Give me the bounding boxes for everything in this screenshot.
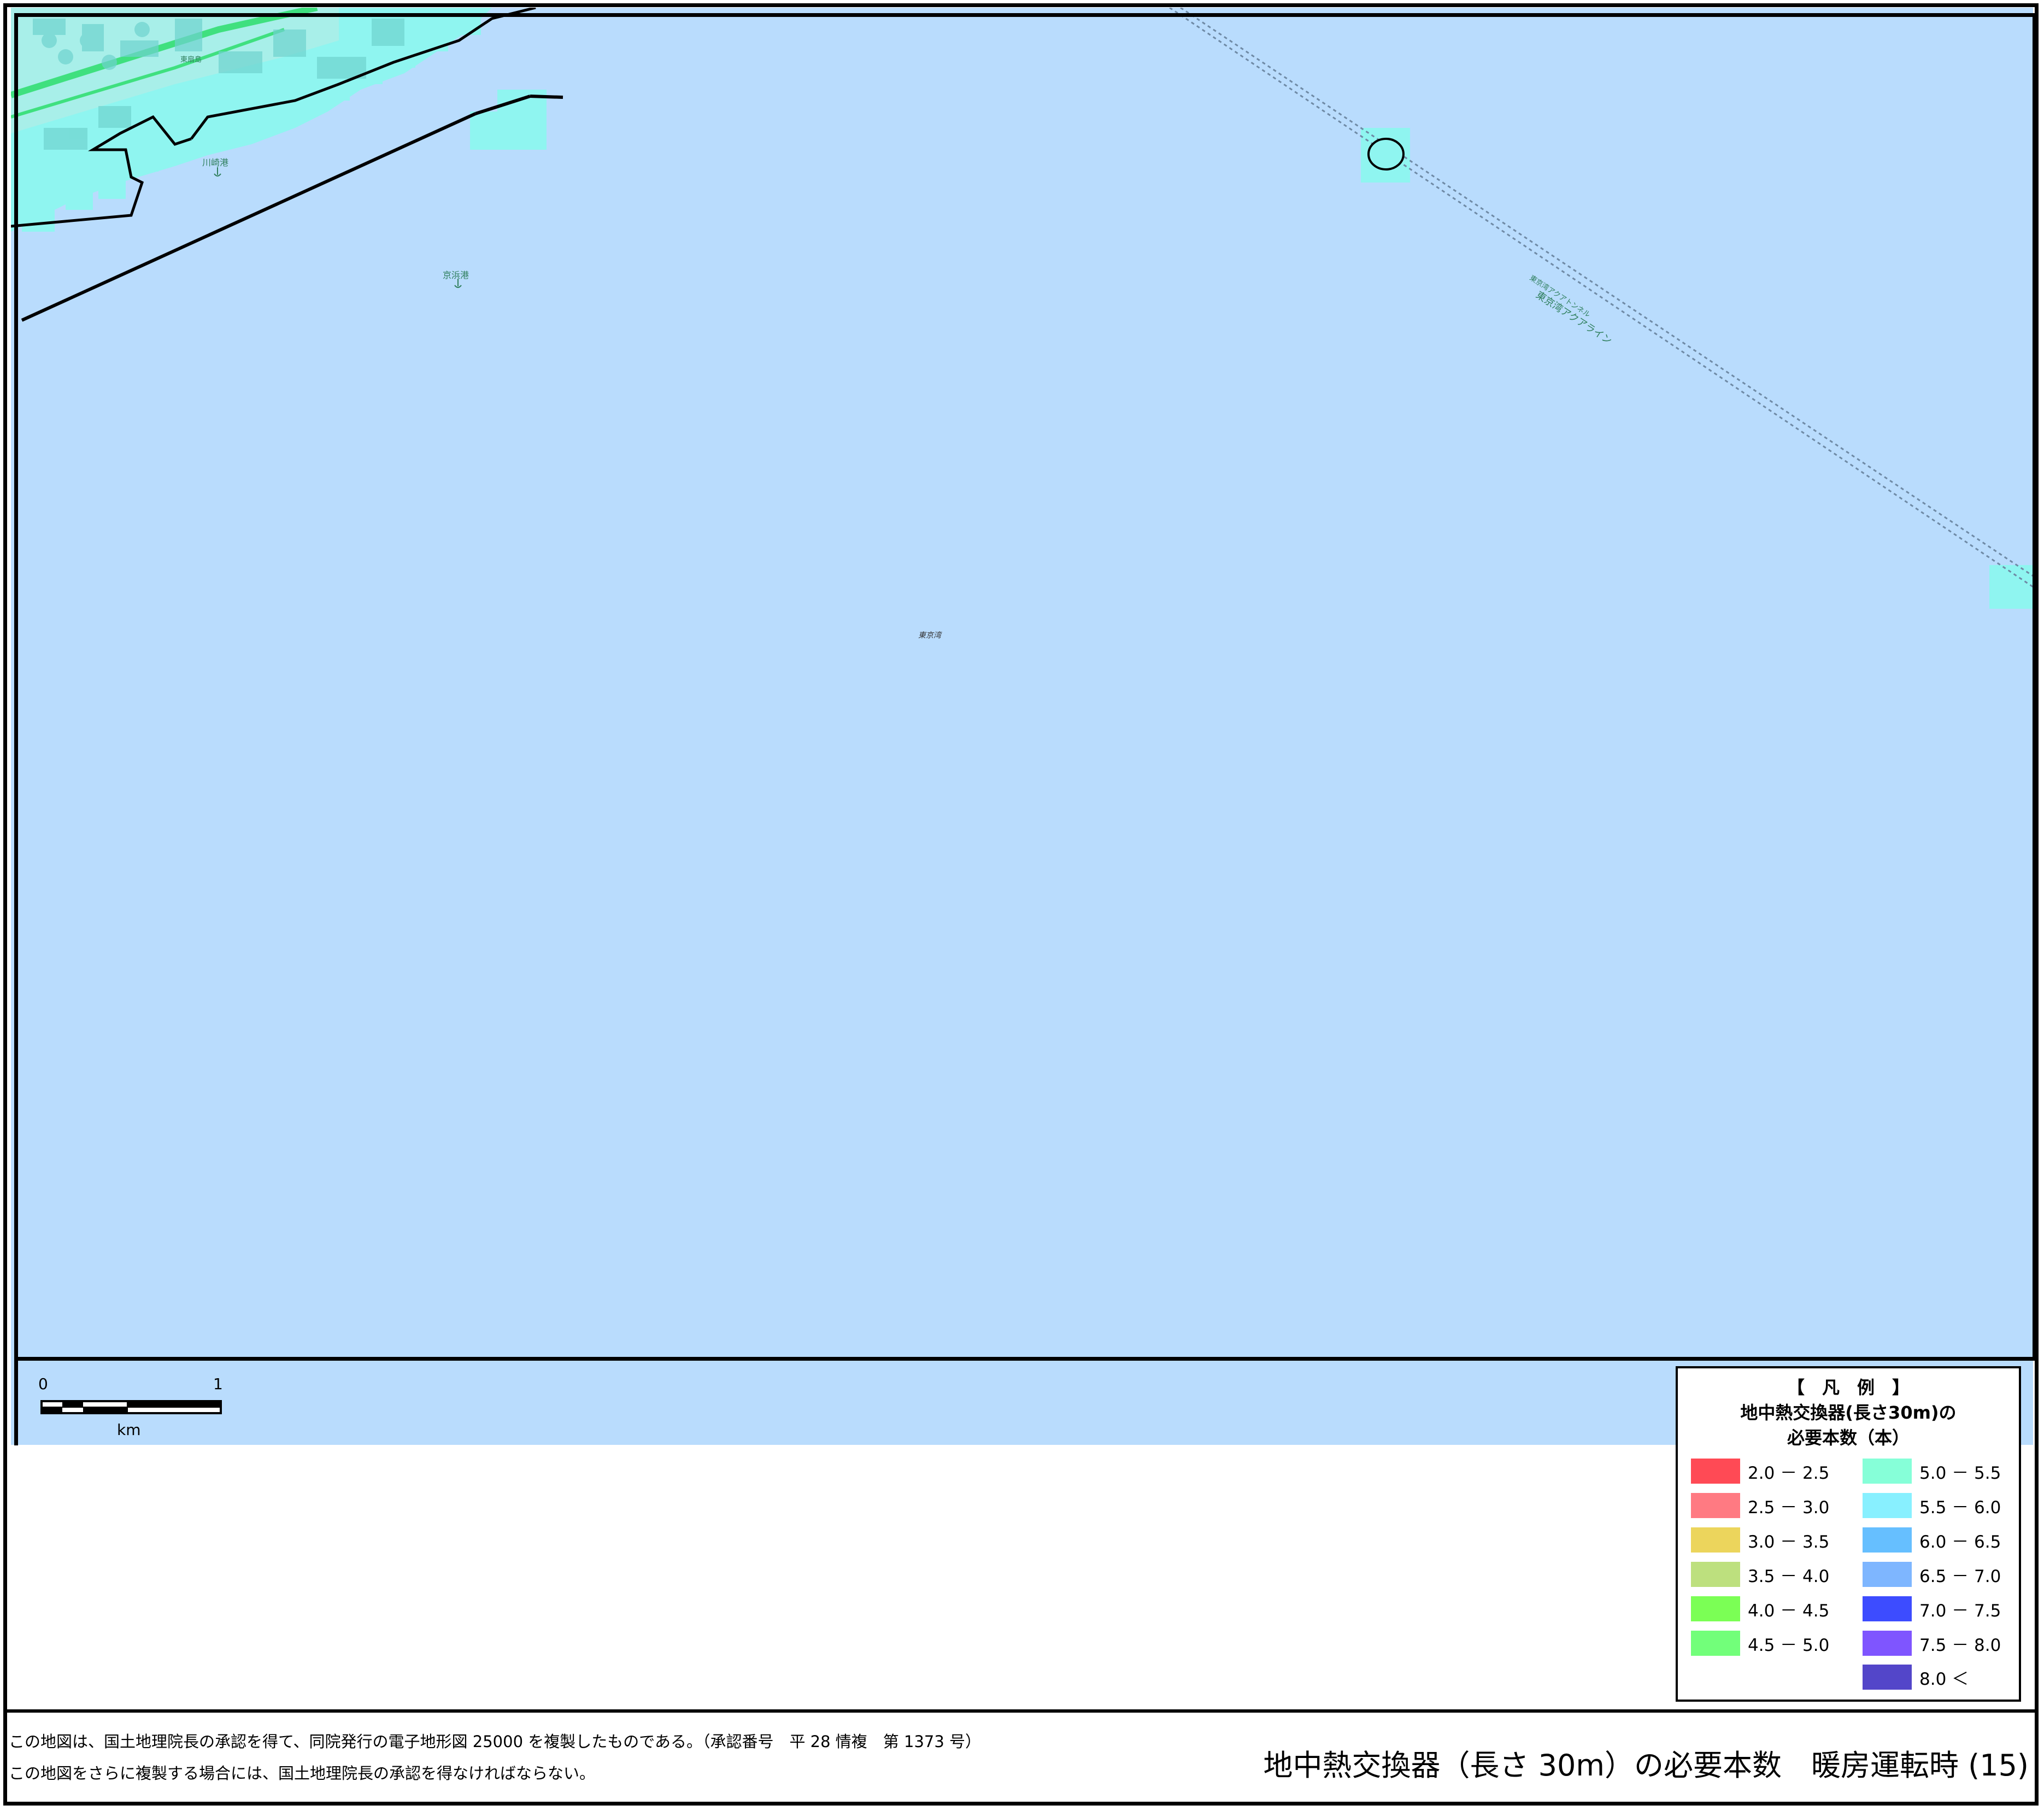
legend-range-label: 7.5 － 8.0 — [1919, 1635, 2001, 1655]
legend-item: 2.5 － 3.0 — [1691, 1492, 1829, 1519]
legend-swatch — [1691, 1527, 1740, 1553]
legend-item: 3.0 － 3.5 — [1691, 1527, 1829, 1553]
legend-item: 5.5 － 6.0 — [1863, 1492, 2001, 1519]
legend: 【 凡 例 】 地中熱交換器(長さ30m)の 必要本数（本） 2.0 － 2.5… — [1676, 1366, 2021, 1702]
legend-range-label: 4.0 － 4.5 — [1748, 1601, 1830, 1621]
anchor-icon — [214, 167, 462, 288]
legend-range-label: 2.5 － 3.0 — [1748, 1497, 1830, 1518]
legend-range-label: 5.0 － 5.5 — [1919, 1463, 2001, 1483]
legend-range-label: 8.0 ＜ — [1919, 1669, 1969, 1689]
aqualine-route — [1169, 8, 2033, 588]
map-frame-left-extension — [14, 1355, 18, 1445]
legend-item: 7.5 － 8.0 — [1863, 1630, 2001, 1656]
higashi-ogishima-label: 東扇島 — [180, 56, 202, 64]
legend-swatch — [1691, 1631, 1740, 1656]
umihotaru-circle — [1367, 138, 1405, 170]
tokyo-bay-label: 東京湾 — [918, 631, 941, 640]
scale-bar-graphic — [40, 1400, 222, 1414]
legend-swatch — [1863, 1665, 1912, 1690]
scale-unit-label: km — [117, 1421, 141, 1439]
legend-title-line2: 必要本数（本） — [1787, 1427, 1910, 1448]
coastal-land — [11, 8, 2033, 609]
legend-range-label: 4.5 － 5.0 — [1748, 1635, 1830, 1655]
scale-bar: 0 1 km — [38, 1375, 224, 1439]
legend-range-label: 3.5 － 4.0 — [1748, 1566, 1830, 1586]
legend-swatch — [1691, 1562, 1740, 1587]
legend-item: 8.0 ＜ — [1863, 1664, 1969, 1690]
legend-range-label: 5.5 － 6.0 — [1919, 1497, 2001, 1518]
legend-range-label: 2.0 － 2.5 — [1748, 1463, 1830, 1483]
map-area[interactable]: 川崎港 東扇島 京浜港 東京湾 東京湾アクアライン 東京湾アクアトンネル — [11, 8, 2033, 1445]
legend-range-label: 6.5 － 7.0 — [1919, 1566, 2001, 1586]
legend-swatch — [1863, 1562, 1912, 1587]
legend-range-label: 7.0 － 7.5 — [1919, 1601, 2001, 1621]
keihin-port-label: 京浜港 — [443, 270, 469, 280]
legend-item: 6.0 － 6.5 — [1863, 1527, 2001, 1553]
legend-item: 2.0 － 2.5 — [1691, 1458, 1829, 1484]
legend-bracket-title: 【 凡 例 】 — [1787, 1377, 1910, 1398]
legend-range-label: 3.0 － 3.5 — [1748, 1532, 1830, 1552]
legend-item: 4.0 － 4.5 — [1691, 1596, 1829, 1622]
map-canvas — [11, 8, 2033, 609]
legend-swatch — [1863, 1596, 1912, 1621]
scale-start-label: 0 — [38, 1375, 48, 1393]
legend-swatch — [1863, 1631, 1912, 1656]
legend-swatch — [1863, 1459, 1912, 1484]
copyright-note-line1: この地図は、国土地理院長の承認を得て、同院発行の電子地形図 25000 を複製し… — [9, 1732, 982, 1751]
legend-swatch — [1863, 1493, 1912, 1518]
map-title: 地中熱交換器（長さ 30m）の必要本数 暖房運転時 (15) — [1263, 1748, 2029, 1783]
legend-swatch — [1691, 1493, 1740, 1518]
legend-title-line1: 地中熱交換器(長さ30m)の — [1740, 1402, 1957, 1423]
legend-item: 7.0 － 7.5 — [1863, 1596, 2001, 1622]
footer-divider — [3, 1709, 2039, 1713]
legend-item: 3.5 － 4.0 — [1691, 1561, 1829, 1587]
scale-end-label: 1 — [213, 1375, 223, 1393]
legend-item: 4.5 － 5.0 — [1691, 1630, 1829, 1656]
legend-swatch — [1863, 1527, 1912, 1553]
legend-swatch — [1691, 1596, 1740, 1621]
kawasaki-port-label: 川崎港 — [202, 157, 229, 168]
copyright-note-line2: この地図をさらに複製する場合には、国土地理院長の承認を得なければならない。 — [9, 1764, 596, 1783]
legend-item: 6.5 － 7.0 — [1863, 1561, 2001, 1587]
legend-item: 5.0 － 5.5 — [1863, 1458, 2001, 1484]
legend-swatch — [1691, 1459, 1740, 1484]
legend-range-label: 6.0 － 6.5 — [1919, 1532, 2001, 1552]
